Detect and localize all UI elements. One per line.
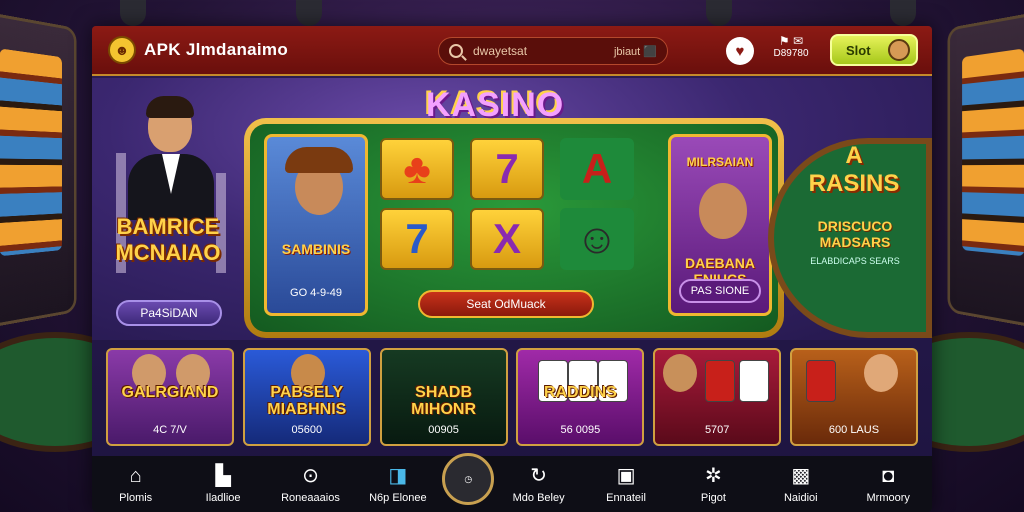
slot-machine: SAMBINIS GO 4-9-49 ♣ 7 A 7 X ☺ Seat OdMu… <box>244 118 784 338</box>
tile-title: GALRGIAND <box>121 384 219 401</box>
search-text: dwayetsat <box>473 44 528 58</box>
promo-button[interactable]: Pa4SiDAN <box>116 300 222 326</box>
search-input[interactable]: dwayetsat jbiaut ⬛ <box>438 37 668 65</box>
app-logo-icon[interactable]: ☻ <box>108 36 136 64</box>
nav-item-refresh[interactable]: ↻ Mdo Beley <box>496 464 582 504</box>
tile-value: 600 LAUS <box>828 424 880 436</box>
game-tile[interactable]: SHADB MIHONR 00905 <box>379 348 508 446</box>
card-button[interactable]: PAS SIONE <box>679 279 761 303</box>
card-top-label: MILRSAIAN <box>686 155 754 169</box>
top-bar: ☻ APK Jlmdanaimo dwayetsat jbiaut ⬛ ♥ ⚑ … <box>92 26 932 76</box>
app-window: ☻ APK Jlmdanaimo dwayetsat jbiaut ⬛ ♥ ⚑ … <box>92 26 932 512</box>
nav-item-memory[interactable]: ◘ Mrmoory <box>845 464 931 504</box>
game-tile[interactable]: 600 LAUS <box>789 348 918 446</box>
home-icon: ⌂ <box>129 465 142 487</box>
nav-item-home[interactable]: ⌂ Plomis <box>93 464 179 504</box>
ceiling-lamp <box>296 0 322 26</box>
nav-label: Naidioi <box>783 492 818 504</box>
tile-title: SHADB MIHONR <box>411 384 477 418</box>
nav-item-games[interactable]: ▩ Naidioi <box>758 464 844 504</box>
casino-scene: ☻ APK Jlmdanaimo dwayetsat jbiaut ⬛ ♥ ⚑ … <box>0 0 1024 512</box>
game-card-right[interactable]: MILRSAIAN DAEBANA ENIUCS PAS SIONE <box>668 134 772 316</box>
game-card-left[interactable]: SAMBINIS GO 4-9-49 <box>264 134 368 316</box>
avatar[interactable] <box>888 39 910 61</box>
balance-text: D89780 <box>773 48 809 59</box>
host-figure <box>128 96 214 220</box>
nav-label: Plomis <box>119 492 153 504</box>
reel-symbol: ♣ <box>380 138 454 200</box>
nav-label: Roneaaaios <box>281 492 340 504</box>
bottom-nav: ⌂ Plomis ▙ Iladlioe ⊙ Roneaaaios ◨ N6p E… <box>92 453 932 512</box>
nav-label: Mrmoory <box>866 492 910 504</box>
reel-symbol: X <box>470 208 544 270</box>
table-subtitle: ELABDICAPS SEARS <box>810 256 900 266</box>
clock-icon: ◷ <box>464 473 473 484</box>
tile-value: 00905 <box>428 424 459 436</box>
reel-symbol: 7 <box>470 138 544 200</box>
background-slot-machine-left <box>0 10 77 330</box>
nav-label: Ennateil <box>606 492 646 504</box>
memory-icon: ◘ <box>882 465 895 487</box>
tile-value: 4C 7/V <box>153 424 187 436</box>
favorites-icon[interactable]: ♥ <box>726 37 754 65</box>
game-tile[interactable]: RADDINS 56 0095 <box>516 348 645 446</box>
card-title: SAMBINIS <box>281 241 351 257</box>
spin-button[interactable]: Seat OdMuack <box>418 290 594 318</box>
chat-icon: ◨ <box>388 465 408 487</box>
nav-item-stats[interactable]: ▙ Iladlioe <box>180 464 266 504</box>
promo-title: BAMRICE MCNAIAO <box>115 214 221 265</box>
table-title: DRISCUCO MADSARS <box>817 218 893 250</box>
game-tiles: GALRGIAND 4C 7/V PABSELY MIABHNIS 05600 … <box>106 348 918 446</box>
ceiling-lamp <box>120 0 146 26</box>
wallet-icon: ▣ <box>616 465 636 487</box>
notification-icons: ⚑ ✉ <box>778 34 804 48</box>
nav-item-wallet[interactable]: ▣ Ennateil <box>583 464 669 504</box>
nav-label: Iladlioe <box>205 492 241 504</box>
gear-icon: ✲ <box>705 465 722 487</box>
reel-symbol: A <box>560 138 634 200</box>
nav-item-search[interactable]: ⊙ Roneaaaios <box>267 464 353 504</box>
nav-label: Mdo Beley <box>512 492 565 504</box>
background-slot-machine-right <box>947 10 1024 330</box>
search-icon <box>449 44 463 58</box>
reel-symbol: 7 <box>380 208 454 270</box>
slot-reels: ♣ 7 A 7 X ☺ <box>380 138 650 278</box>
nav-label: Pigot <box>700 492 726 504</box>
gamepad-icon: ▩ <box>791 465 811 487</box>
table-badge: A RASINS <box>808 142 900 197</box>
hero-banner: BAMRICE MCNAIAO Pa4SiDAN SAMBINIS GO 4-9… <box>92 78 932 340</box>
left-promo[interactable]: BAMRICE MCNAIAO Pa4SiDAN <box>98 88 238 333</box>
brand-title: APK Jlmdanaimo <box>144 40 289 59</box>
tile-value: 05600 <box>291 424 323 436</box>
center-action-button[interactable]: ◷ <box>442 453 495 505</box>
card-subtitle: GO 4-9-49 <box>290 287 342 299</box>
game-tile[interactable]: PABSELY MIABHNIS 05600 <box>242 348 371 446</box>
machine-title: KASINO <box>426 86 565 124</box>
tile-title: PABSELY MIABHNIS <box>267 384 347 418</box>
reel-symbol: ☺ <box>560 208 634 270</box>
chart-icon: ▙ <box>215 465 231 487</box>
ceiling-lamp <box>890 0 916 26</box>
search-icon: ⊙ <box>302 465 319 487</box>
notification-cluster[interactable]: ⚑ ✉ D89780 <box>764 34 818 68</box>
game-tile[interactable]: 5707 <box>653 348 782 446</box>
nav-item-chat[interactable]: ◨ N6p Elonee <box>355 464 441 504</box>
slot-button[interactable]: Slot <box>830 34 918 66</box>
tile-title: RADDINS <box>543 384 617 401</box>
nav-item-settings[interactable]: ✲ Pigot <box>670 464 756 504</box>
search-hint: jbiaut ⬛ <box>613 45 657 58</box>
refresh-icon: ↻ <box>530 465 548 487</box>
tile-value: 5707 <box>704 424 730 436</box>
tile-value: 56 0095 <box>560 424 601 436</box>
ceiling-lamp <box>706 0 732 26</box>
slot-button-label: Slot <box>846 42 871 58</box>
nav-label: N6p Elonee <box>369 492 427 504</box>
game-tile[interactable]: GALRGIAND 4C 7/V <box>106 348 234 446</box>
